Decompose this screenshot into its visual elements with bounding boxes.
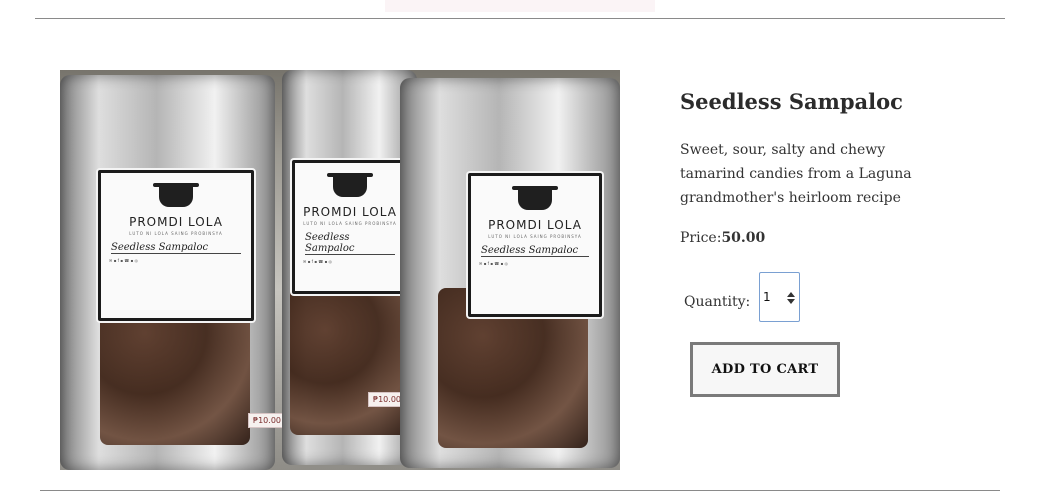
package-contact: ✉ ▪ f ▪ ☎ ▪ ◎ (479, 261, 508, 266)
price-label: Price: (680, 230, 722, 246)
package-handwritten-label: Seedless Sampaloc (111, 242, 241, 254)
bottom-divider (40, 490, 1000, 491)
pot-logo-icon (153, 183, 199, 207)
candy-bag: PROMDI LOLA LUTO NI LOLA SAING PROBINSYA… (282, 70, 417, 465)
candy-bag: PROMDI LOLA LUTO NI LOLA SAING PROBINSYA… (60, 75, 286, 470)
pot-logo-icon (327, 173, 373, 197)
product-image: PROMDI LOLA LUTO NI LOLA SAING PROBINSYA… (60, 70, 620, 470)
add-to-cart-button[interactable]: ADD TO CART (690, 342, 840, 397)
package-contact: ✉ ▪ f ▪ ☎ ▪ ◎ (303, 259, 332, 264)
package-brand: PROMDI LOLA (129, 215, 223, 229)
quantity-stepper[interactable]: 1 (759, 272, 800, 322)
product-description: Sweet, sour, salty and chewy tamarind ca… (680, 142, 912, 206)
package-handwritten-label: Seedless Sampaloc (481, 245, 589, 257)
package-tagline: LUTO NI LOLA SAING PROBINSYA (303, 221, 397, 226)
candy-bag: PROMDI LOLA LUTO NI LOLA SAING PROBINSYA… (400, 78, 620, 468)
spinner-up-icon[interactable] (787, 292, 795, 297)
top-divider (35, 18, 1005, 19)
spinner-icon[interactable] (787, 292, 795, 304)
header-tint (385, 0, 655, 12)
package-label: PROMDI LOLA LUTO NI LOLA SAING PROBINSYA… (292, 160, 408, 294)
quantity-label: Quantity: (684, 294, 751, 310)
package-handwritten-label: Seedless Sampaloc (305, 232, 395, 255)
package-label: PROMDI LOLA LUTO NI LOLA SAING PROBINSYA… (468, 173, 602, 317)
quantity-value: 1 (763, 290, 771, 304)
package-tagline: LUTO NI LOLA SAING PROBINSYA (129, 231, 223, 236)
product-title: Seedless Sampaloc (680, 89, 903, 114)
pot-logo-icon (512, 186, 558, 210)
spinner-down-icon[interactable] (787, 299, 795, 304)
package-label: PROMDI LOLA LUTO NI LOLA SAING PROBINSYA… (98, 170, 254, 321)
package-tagline: LUTO NI LOLA SAING PROBINSYA (488, 234, 582, 239)
price-value: 50.00 (721, 230, 766, 246)
package-brand: PROMDI LOLA (488, 218, 582, 232)
package-contact: ✉ ▪ f ▪ ☎ ▪ ◎ (109, 258, 138, 263)
package-price-tag: ₱10.00 (248, 413, 286, 428)
package-brand: PROMDI LOLA (303, 205, 397, 219)
price-row: Price:50.00 (680, 230, 765, 246)
candy-window (290, 285, 408, 435)
